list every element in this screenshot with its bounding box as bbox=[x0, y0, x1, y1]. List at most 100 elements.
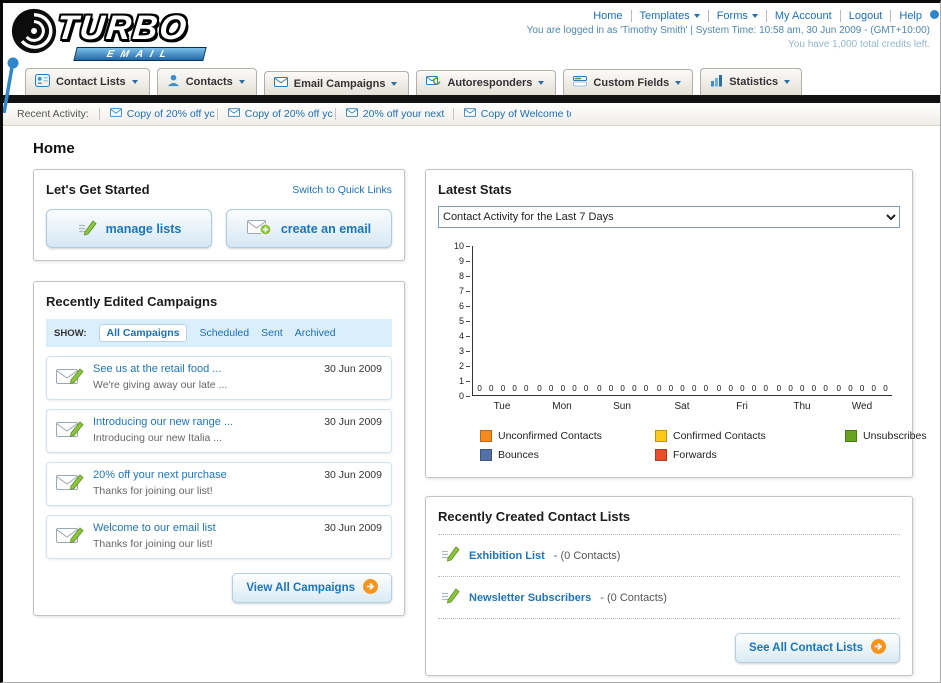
page-title: Home bbox=[33, 140, 75, 157]
campaign-title-link[interactable]: See us at the retail food ... bbox=[93, 363, 315, 375]
x-tick-label: Fri bbox=[736, 401, 748, 412]
recent-activity-item[interactable]: Copy of 20% off yc bbox=[216, 108, 335, 120]
chart-value-labels: 0 0 0 0 0 bbox=[537, 384, 589, 393]
recent-contact-lists-panel: Recently Created Contact Lists Exhibitio… bbox=[425, 496, 913, 676]
campaign-row: See us at the retail food ... We're givi… bbox=[46, 356, 392, 400]
swirl-logo-icon bbox=[11, 8, 57, 59]
contact-list-link[interactable]: Exhibition List bbox=[469, 550, 545, 562]
recent-activity-label: Recent Activity: bbox=[17, 108, 89, 120]
filter-tab-sent[interactable]: Sent bbox=[261, 327, 283, 339]
custom-fields-icon bbox=[573, 75, 588, 90]
nav-tab-contacts[interactable]: Contacts bbox=[156, 68, 257, 95]
nav-tab-custom-fields[interactable]: Custom Fields bbox=[563, 69, 694, 95]
manage-lists-button[interactable]: manage lists bbox=[46, 209, 212, 248]
arrow-right-icon bbox=[871, 639, 886, 657]
legend-swatch bbox=[480, 449, 492, 461]
chart-column: 0 0 0 0 0 bbox=[473, 246, 533, 395]
link-my-account[interactable]: My Account bbox=[765, 10, 840, 22]
pencil-icon bbox=[77, 218, 97, 239]
campaign-date: 30 Jun 2009 bbox=[324, 363, 382, 375]
link-help[interactable]: Help bbox=[890, 10, 930, 22]
filter-tab-scheduled[interactable]: Scheduled bbox=[199, 327, 249, 339]
recent-activity-item[interactable]: Copy of 20% off yc bbox=[98, 108, 217, 120]
envelope-icon bbox=[109, 108, 122, 120]
y-tick-label: 9 bbox=[446, 257, 470, 266]
campaign-title-link[interactable]: 20% off your next purchase bbox=[93, 469, 315, 481]
y-tick-label: 8 bbox=[446, 272, 470, 281]
app-window: TURBO EMAIL Home Templates Forms My Acco… bbox=[0, 0, 941, 683]
bar-chart-icon bbox=[710, 74, 723, 90]
envelope-pencil-icon bbox=[56, 366, 84, 391]
stats-period-select[interactable]: Contact Activity for the Last 7 Days bbox=[438, 206, 900, 228]
see-all-contact-lists-button[interactable]: See All Contact Lists bbox=[735, 633, 900, 663]
autoresponder-icon bbox=[426, 76, 441, 90]
contact-icon bbox=[167, 74, 180, 90]
main-content: Home Let's Get Started Switch to Quick L… bbox=[3, 126, 940, 676]
x-tick-label: Sat bbox=[674, 401, 690, 412]
callout-marker bbox=[930, 10, 939, 19]
legend-item: Unconfirmed Contacts bbox=[480, 430, 655, 442]
recent-campaigns-panel: Recently Edited Campaigns SHOW: All Camp… bbox=[33, 281, 405, 616]
chart-value-labels: 0 0 0 0 0 bbox=[477, 384, 529, 393]
credits-info: You have 1,000 total credits left. bbox=[788, 39, 930, 50]
envelope-pencil-icon bbox=[56, 419, 84, 444]
chart-plot: 0 0 0 0 0 0 0 0 0 0 0 0 0 0 0 0 0 0 0 0 0 0 … bbox=[472, 246, 892, 396]
campaign-row: Welcome to our email list Thanks for joi… bbox=[46, 515, 392, 559]
recent-activity-item[interactable]: 20% off your next bbox=[334, 108, 453, 120]
nav-divider-bar bbox=[3, 95, 940, 103]
latest-stats-panel: Latest Stats Contact Activity for the La… bbox=[425, 169, 927, 478]
nav-tab-contact-lists[interactable]: Contact Lists bbox=[25, 68, 150, 95]
get-started-title: Let's Get Started bbox=[46, 182, 150, 197]
contact-lists-icon bbox=[35, 74, 50, 90]
nav-tab-autoresponders[interactable]: Autoresponders bbox=[416, 70, 557, 95]
contact-activity-chart: 10 9 8 7 6 5 4 3 2 1 0 0 0 0 0 00 0 0 0 00 0 0 0 0… bbox=[446, 242, 892, 412]
contact-list-row: Newsletter Subscribers - (0 Contacts) bbox=[438, 577, 900, 619]
link-templates[interactable]: Templates bbox=[630, 10, 708, 22]
link-logout[interactable]: Logout bbox=[839, 10, 891, 22]
link-home[interactable]: Home bbox=[585, 10, 630, 22]
link-forms[interactable]: Forms bbox=[707, 10, 766, 22]
logo-title: TURBO bbox=[55, 9, 190, 47]
nav-tab-statistics[interactable]: Statistics bbox=[700, 68, 803, 95]
chart-column: 0 0 0 0 0 bbox=[712, 246, 772, 395]
chevron-down-icon bbox=[675, 80, 682, 85]
recent-contact-lists-title: Recently Created Contact Lists bbox=[438, 509, 631, 524]
envelope-pencil-icon bbox=[56, 525, 84, 550]
arrow-right-icon bbox=[363, 579, 378, 597]
chart-column: 0 0 0 0 0 bbox=[832, 246, 892, 395]
legend-item: Confirmed Contacts bbox=[655, 430, 845, 442]
chart-legend: Unconfirmed Contacts Confirmed Contacts Un… bbox=[480, 430, 927, 461]
chart-column: 0 0 0 0 0 bbox=[653, 246, 713, 395]
y-tick-label: 1 bbox=[446, 377, 470, 386]
contact-list-link[interactable]: Newsletter Subscribers bbox=[469, 592, 591, 604]
latest-stats-title: Latest Stats bbox=[438, 182, 512, 197]
y-tick-label: 5 bbox=[446, 317, 470, 326]
session-info: You are logged in as 'Timothy Smith' | S… bbox=[526, 25, 930, 36]
chart-column: 0 0 0 0 0 bbox=[533, 246, 593, 395]
envelope-icon bbox=[273, 77, 288, 90]
y-tick-label: 7 bbox=[446, 287, 470, 296]
chart-x-axis: Tue Mon Sun Sat Fri Thu Wed bbox=[472, 396, 892, 412]
callout-marker bbox=[3, 57, 21, 118]
y-tick-label: 0 bbox=[446, 392, 470, 401]
contact-list-count: - (0 Contacts) bbox=[553, 549, 621, 562]
chart-value-labels: 0 0 0 0 0 bbox=[656, 384, 709, 393]
envelope-icon bbox=[463, 108, 476, 120]
recent-activity-item[interactable]: Copy of Welcome tc bbox=[452, 108, 571, 120]
create-email-button[interactable]: create an email bbox=[226, 209, 392, 248]
campaign-title-link[interactable]: Introducing our new range ... bbox=[93, 416, 315, 428]
legend-swatch bbox=[845, 430, 857, 442]
x-tick-label: Mon bbox=[552, 401, 572, 412]
filter-tab-all-campaigns[interactable]: All Campaigns bbox=[98, 324, 188, 342]
header: TURBO EMAIL Home Templates Forms My Acco… bbox=[3, 3, 940, 67]
legend-swatch bbox=[655, 449, 667, 461]
header-links: Home Templates Forms My Account Logout H… bbox=[585, 10, 930, 22]
y-tick-label: 3 bbox=[446, 347, 470, 356]
nav-tab-email-campaigns[interactable]: Email Campaigns bbox=[263, 71, 410, 95]
filter-tab-archived[interactable]: Archived bbox=[295, 327, 336, 339]
view-all-campaigns-button[interactable]: View All Campaigns bbox=[232, 573, 392, 603]
campaign-subtitle: Introducing our new Italia ... bbox=[93, 432, 222, 444]
campaign-row: Introducing our new range ... Introducin… bbox=[46, 409, 392, 453]
campaign-title-link[interactable]: Welcome to our email list bbox=[93, 522, 315, 534]
switch-quick-links-link[interactable]: Switch to Quick Links bbox=[292, 184, 392, 196]
